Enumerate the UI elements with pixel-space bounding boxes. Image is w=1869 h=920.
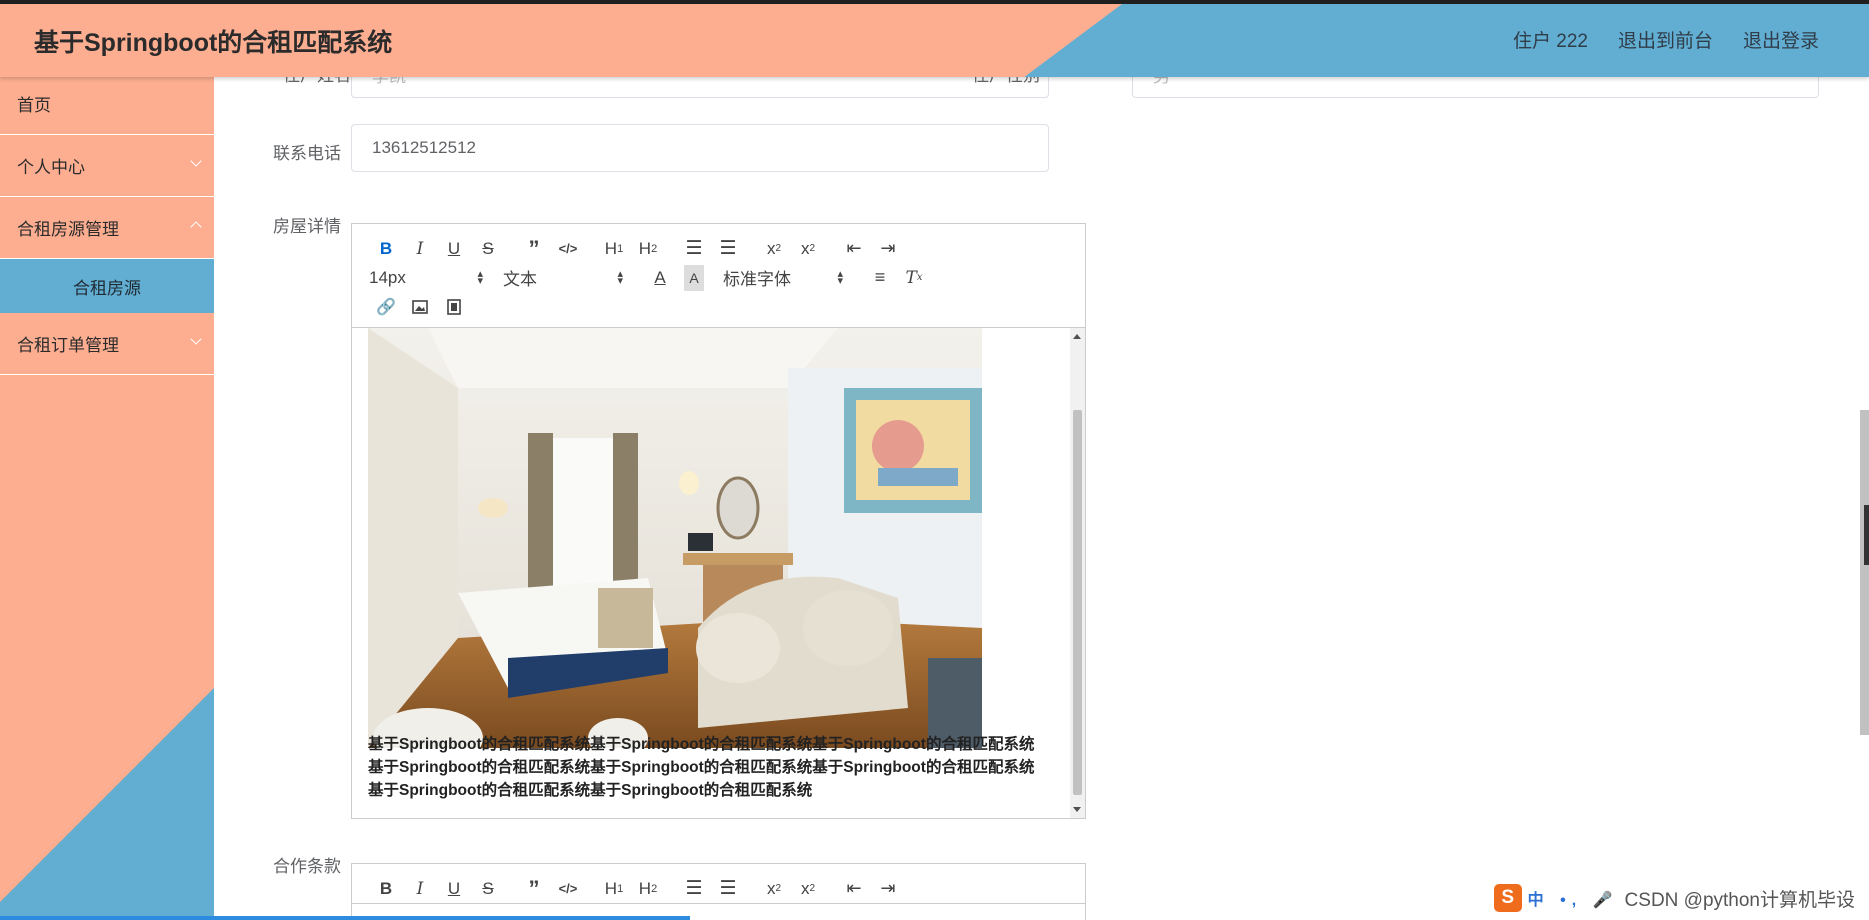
underline-button[interactable]: U <box>437 236 471 262</box>
sidebar-item-label: 合租房源管理 <box>17 220 119 239</box>
header-1-button[interactable]: H1 <box>597 236 631 262</box>
bold-button[interactable]: B <box>369 236 403 262</box>
user-name-link[interactable]: 住户 222 <box>1513 26 1588 53</box>
font-family-value: 标准字体 <box>723 270 791 289</box>
code-block-icon[interactable]: </> <box>551 236 585 262</box>
sidebar-subitem-label: 合租房源 <box>73 278 141 298</box>
header-2-button[interactable]: H2 <box>631 236 665 262</box>
select-arrows-icon: ▴ ▾ <box>617 267 623 287</box>
font-family-select[interactable]: 标准字体 ▴ ▾ <box>723 265 849 290</box>
strike-button[interactable]: S <box>471 236 505 262</box>
code-block-icon[interactable]: </> <box>551 876 585 902</box>
editor-toolbar: B I U S ” </> H1 H2 ☰ ☰ x2 x2 ⇤ ⇥ <box>352 864 1085 904</box>
underline-button[interactable]: U <box>437 876 471 902</box>
editor-content-text: 基于Springboot的合租匹配系统基于Springboot的合租匹配系统基于… <box>368 736 1035 799</box>
scroll-thumb[interactable] <box>1073 410 1082 795</box>
editor-scrollbar[interactable] <box>1070 328 1085 818</box>
cooperation-terms-editor[interactable]: B I U S ” </> H1 H2 ☰ ☰ x2 x2 ⇤ ⇥ <box>351 863 1086 920</box>
ordered-list-icon[interactable]: ☰ <box>677 876 711 902</box>
blockquote-icon[interactable]: ” <box>517 236 551 262</box>
back-to-front-link[interactable]: 退出到前台 <box>1618 26 1713 53</box>
house-detail-label: 房屋详情 <box>273 217 341 236</box>
phone-field[interactable]: 13612512512 <box>351 124 1049 172</box>
sidebar-item-order-management[interactable]: 合租订单管理 <box>0 313 214 375</box>
room-photo <box>368 328 982 748</box>
scroll-down-arrow-icon[interactable] <box>1073 807 1081 812</box>
ime-status: 中 •, 🎤 <box>1527 892 1619 909</box>
superscript-button[interactable]: x2 <box>791 876 825 902</box>
bullet-list-icon[interactable]: ☰ <box>711 236 745 262</box>
clear-format-icon[interactable]: Tx <box>897 265 931 291</box>
italic-button[interactable]: I <box>403 876 437 902</box>
main-content: 住户姓名 李凯 住户性别 男 联系电话 13612512512 房屋详情 B I… <box>214 73 1869 920</box>
background-color-icon[interactable]: A <box>684 264 704 291</box>
house-detail-editor[interactable]: B I U S ” </> H1 H2 ☰ ☰ x2 x2 ⇤ ⇥ 14px ▴… <box>351 223 1086 819</box>
link-icon[interactable]: 🔗 <box>369 294 403 320</box>
editor-rich-text: 基于Springboot的合租匹配系统基于Springboot的合租匹配系统基于… <box>368 733 1048 802</box>
sogou-ime-icon: S <box>1493 884 1522 912</box>
outdent-icon[interactable]: ⇤ <box>837 236 871 262</box>
video-icon[interactable] <box>437 294 471 320</box>
text-style-value: 文本 <box>503 270 537 289</box>
sidebar-item-label: 首页 <box>17 96 51 115</box>
sidebar-item-personal-center[interactable]: 个人中心 <box>0 135 214 197</box>
chevron-down-icon <box>190 155 202 167</box>
chevron-down-icon <box>190 333 202 345</box>
sidebar-item-label: 个人中心 <box>17 158 85 177</box>
superscript-button[interactable]: x2 <box>791 236 825 262</box>
watermark-text: CSDN @python计算机毕设 <box>1624 889 1855 911</box>
sidebar-subitem-listings[interactable]: 合租房源 <box>0 259 214 313</box>
top-header: 基于Springboot的合租匹配系统 住户 222 退出到前台 退出登录 <box>0 0 1869 77</box>
logout-link[interactable]: 退出登录 <box>1743 26 1819 53</box>
indent-icon[interactable]: ⇥ <box>871 236 905 262</box>
text-style-select[interactable]: 文本 ▴ ▾ <box>503 265 629 290</box>
select-arrows-icon: ▴ ▾ <box>477 267 483 287</box>
header-1-button[interactable]: H1 <box>597 876 631 902</box>
editor-toolbar: B I U S ” </> H1 H2 ☰ ☰ x2 x2 ⇤ ⇥ <box>352 224 1085 328</box>
sidebar-item-listing-management[interactable]: 合租房源管理 <box>0 197 214 259</box>
outdent-icon[interactable]: ⇤ <box>837 876 871 902</box>
loading-progress-line <box>0 916 690 920</box>
font-color-icon[interactable]: A <box>643 265 677 291</box>
strike-button[interactable]: S <box>471 876 505 902</box>
blockquote-icon[interactable]: ” <box>517 876 551 902</box>
font-size-select[interactable]: 14px ▴ ▾ <box>369 268 489 288</box>
page-scroll-marker <box>1864 505 1869 565</box>
indent-icon[interactable]: ⇥ <box>871 876 905 902</box>
image-icon[interactable] <box>403 294 437 320</box>
bullet-list-icon[interactable]: ☰ <box>711 876 745 902</box>
font-size-value: 14px <box>369 267 406 287</box>
cooperation-terms-label: 合作条款 <box>273 857 341 876</box>
header-actions: 住户 222 退出到前台 退出登录 <box>1513 26 1819 53</box>
phone-value: 13612512512 <box>372 138 477 157</box>
scroll-up-arrow-icon[interactable] <box>1073 334 1081 339</box>
ordered-list-icon[interactable]: ☰ <box>677 236 711 262</box>
watermark-bar: S 中 •, 🎤 CSDN @python计算机毕设 <box>1493 884 1855 912</box>
page-scrollbar[interactable] <box>1860 410 1869 735</box>
sidebar-item-label: 合租订单管理 <box>17 336 119 355</box>
italic-button[interactable]: I <box>403 236 437 262</box>
subscript-button[interactable]: x2 <box>757 236 791 262</box>
app-title: 基于Springboot的合租匹配系统 <box>34 29 393 57</box>
select-arrows-icon: ▴ ▾ <box>837 267 843 287</box>
subscript-button[interactable]: x2 <box>757 876 791 902</box>
sidebar: 首页 个人中心 合租房源管理 合租房源 合租订单管理 <box>0 73 214 920</box>
align-icon[interactable]: ≡ <box>863 265 897 291</box>
phone-label: 联系电话 <box>273 144 341 163</box>
editor-content-area[interactable]: 基于Springboot的合租匹配系统基于Springboot的合租匹配系统基于… <box>352 328 1085 818</box>
sidebar-item-home[interactable]: 首页 <box>0 73 214 135</box>
chevron-up-icon <box>190 221 202 233</box>
bold-button[interactable]: B <box>369 876 403 902</box>
header-2-button[interactable]: H2 <box>631 876 665 902</box>
